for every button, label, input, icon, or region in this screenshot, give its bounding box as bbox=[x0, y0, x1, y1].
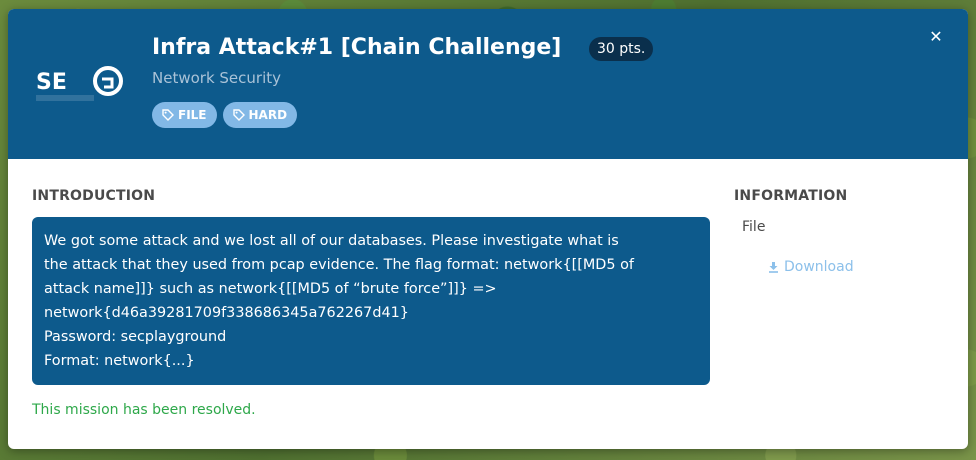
information-heading: INFORMATION bbox=[734, 188, 848, 204]
modal-header: SE Infra Attack#1 [Chain Challenge] 30 p… bbox=[8, 9, 968, 159]
tag-icon bbox=[232, 109, 245, 121]
tag-label: FILE bbox=[178, 108, 207, 122]
introduction-heading: INTRODUCTION bbox=[32, 188, 156, 204]
description-line: We got some attack and we lost all of ou… bbox=[44, 233, 619, 249]
secplayground-logo: SE bbox=[36, 66, 123, 101]
description-line: Password: secplayground bbox=[44, 329, 227, 345]
challenge-category: Network Security bbox=[152, 69, 281, 87]
close-icon[interactable]: ✕ bbox=[926, 27, 946, 47]
download-label: Download bbox=[784, 259, 854, 275]
description-line: attack name]]} such as network{[[MD5 of … bbox=[44, 281, 497, 297]
tag-icon bbox=[162, 109, 174, 121]
challenge-title: Infra Attack#1 [Chain Challenge] bbox=[152, 35, 562, 60]
description-line: the attack that they used from pcap evid… bbox=[44, 257, 634, 273]
file-label: File bbox=[742, 219, 766, 235]
download-icon bbox=[769, 261, 778, 273]
download-link[interactable]: Download bbox=[768, 259, 854, 275]
tag-file: FILE bbox=[152, 102, 217, 128]
tag-list: FILE HARD bbox=[152, 102, 298, 128]
challenge-description: We got some attack and we lost all of ou… bbox=[32, 217, 710, 385]
tag-hard: HARD bbox=[222, 102, 298, 128]
description-line: network{d46a39281709f338686345a762267d41… bbox=[44, 305, 409, 321]
tag-label: HARD bbox=[248, 108, 288, 122]
description-line: Format: network{...} bbox=[44, 353, 195, 369]
points-badge: 30 pts. bbox=[589, 37, 654, 61]
svg-text:SE: SE bbox=[36, 70, 67, 95]
challenge-modal: SE Infra Attack#1 [Chain Challenge] 30 p… bbox=[8, 9, 968, 449]
resolved-status: This mission has been resolved. bbox=[32, 402, 256, 418]
